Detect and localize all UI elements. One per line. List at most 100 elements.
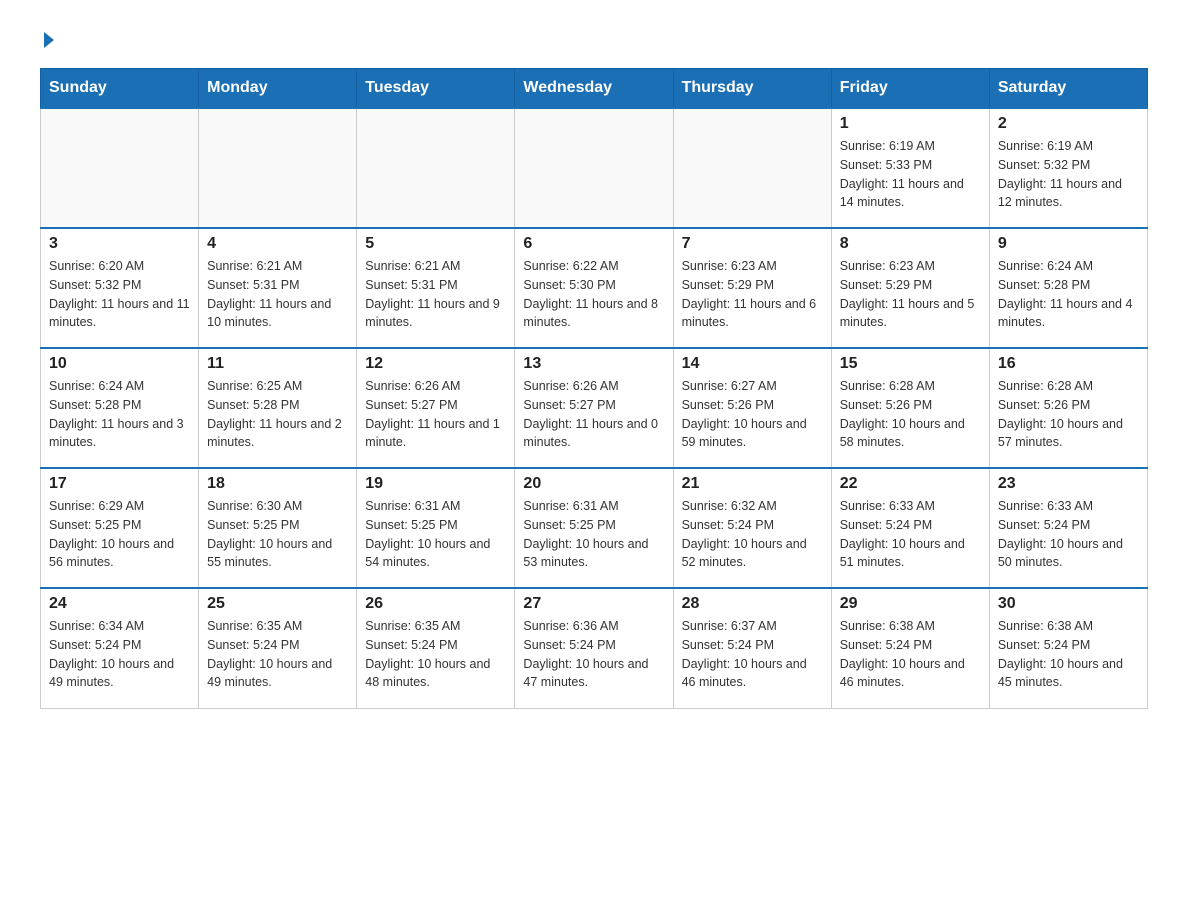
day-number: 3 [49,235,190,253]
day-info: Sunrise: 6:24 AMSunset: 5:28 PMDaylight:… [998,257,1139,332]
day-number: 24 [49,595,190,613]
day-info: Sunrise: 6:29 AMSunset: 5:25 PMDaylight:… [49,497,190,572]
week-row-1: 1Sunrise: 6:19 AMSunset: 5:33 PMDaylight… [41,108,1148,228]
day-info: Sunrise: 6:38 AMSunset: 5:24 PMDaylight:… [998,617,1139,692]
calendar-table: SundayMondayTuesdayWednesdayThursdayFrid… [40,68,1148,709]
calendar-cell: 13 Sunrise: 6:26 AMSunset: 5:27 PMDayligh… [515,348,673,468]
day-number: 6 [523,235,664,253]
day-number: 28 [682,595,823,613]
day-number: 22 [840,475,981,493]
calendar-cell: 16 Sunrise: 6:28 AMSunset: 5:26 PMDayligh… [989,348,1147,468]
calendar-cell: 21 Sunrise: 6:32 AMSunset: 5:24 PMDayligh… [673,468,831,588]
week-row-2: 3 Sunrise: 6:20 AMSunset: 5:32 PMDaylight… [41,228,1148,348]
day-info: Sunrise: 6:23 AMSunset: 5:29 PMDaylight:… [840,257,981,332]
calendar-cell: 17 Sunrise: 6:29 AMSunset: 5:25 PMDayligh… [41,468,199,588]
day-number: 15 [840,355,981,373]
day-number: 30 [998,595,1139,613]
day-info: Sunrise: 6:25 AMSunset: 5:28 PMDaylight:… [207,377,348,452]
day-info: Sunrise: 6:31 AMSunset: 5:25 PMDaylight:… [523,497,664,572]
day-header-monday: Monday [199,69,357,109]
day-info: Sunrise: 6:34 AMSunset: 5:24 PMDaylight:… [49,617,190,692]
day-number: 20 [523,475,664,493]
day-number: 11 [207,355,348,373]
calendar-cell: 10 Sunrise: 6:24 AMSunset: 5:28 PMDayligh… [41,348,199,468]
calendar-cell [515,108,673,228]
day-number: 7 [682,235,823,253]
calendar-cell: 24 Sunrise: 6:34 AMSunset: 5:24 PMDayligh… [41,588,199,708]
calendar-cell [199,108,357,228]
day-info: Sunrise: 6:28 AMSunset: 5:26 PMDaylight:… [840,377,981,452]
day-number: 12 [365,355,506,373]
day-header-wednesday: Wednesday [515,69,673,109]
calendar-cell: 15 Sunrise: 6:28 AMSunset: 5:26 PMDayligh… [831,348,989,468]
day-info: Sunrise: 6:27 AMSunset: 5:26 PMDaylight:… [682,377,823,452]
day-header-tuesday: Tuesday [357,69,515,109]
calendar-cell: 20 Sunrise: 6:31 AMSunset: 5:25 PMDayligh… [515,468,673,588]
calendar-cell: 6 Sunrise: 6:22 AMSunset: 5:30 PMDaylight… [515,228,673,348]
calendar-cell [41,108,199,228]
calendar-cell: 18 Sunrise: 6:30 AMSunset: 5:25 PMDayligh… [199,468,357,588]
calendar-cell: 7Sunrise: 6:23 AMSunset: 5:29 PMDaylight… [673,228,831,348]
day-number: 2 [998,115,1139,133]
day-number: 9 [998,235,1139,253]
day-info: Sunrise: 6:24 AMSunset: 5:28 PMDaylight:… [49,377,190,452]
calendar-cell: 1Sunrise: 6:19 AMSunset: 5:33 PMDaylight… [831,108,989,228]
calendar-cell: 14 Sunrise: 6:27 AMSunset: 5:26 PMDayligh… [673,348,831,468]
calendar-cell: 25Sunrise: 6:35 AMSunset: 5:24 PMDayligh… [199,588,357,708]
calendar-cell [357,108,515,228]
calendar-cell: 2 Sunrise: 6:19 AMSunset: 5:32 PMDaylight… [989,108,1147,228]
day-info: Sunrise: 6:20 AMSunset: 5:32 PMDaylight:… [49,257,190,332]
day-number: 4 [207,235,348,253]
calendar-cell: 23Sunrise: 6:33 AMSunset: 5:24 PMDayligh… [989,468,1147,588]
days-of-week-row: SundayMondayTuesdayWednesdayThursdayFrid… [41,69,1148,109]
day-header-sunday: Sunday [41,69,199,109]
day-header-friday: Friday [831,69,989,109]
day-info: Sunrise: 6:28 AMSunset: 5:26 PMDaylight:… [998,377,1139,452]
day-number: 21 [682,475,823,493]
calendar-cell: 4 Sunrise: 6:21 AMSunset: 5:31 PMDaylight… [199,228,357,348]
calendar-cell: 12 Sunrise: 6:26 AMSunset: 5:27 PMDayligh… [357,348,515,468]
day-info: Sunrise: 6:30 AMSunset: 5:25 PMDaylight:… [207,497,348,572]
day-number: 14 [682,355,823,373]
day-info: Sunrise: 6:22 AMSunset: 5:30 PMDaylight:… [523,257,664,332]
day-info: Sunrise: 6:31 AMSunset: 5:25 PMDaylight:… [365,497,506,572]
day-info: Sunrise: 6:26 AMSunset: 5:27 PMDaylight:… [365,377,506,452]
calendar-cell: 11 Sunrise: 6:25 AMSunset: 5:28 PMDayligh… [199,348,357,468]
day-info: Sunrise: 6:21 AMSunset: 5:31 PMDaylight:… [365,257,506,332]
week-row-3: 10 Sunrise: 6:24 AMSunset: 5:28 PMDayligh… [41,348,1148,468]
day-info: Sunrise: 6:19 AMSunset: 5:32 PMDaylight:… [998,137,1139,212]
day-info: Sunrise: 6:21 AMSunset: 5:31 PMDaylight:… [207,257,348,332]
day-number: 13 [523,355,664,373]
calendar-body: 1Sunrise: 6:19 AMSunset: 5:33 PMDaylight… [41,108,1148,708]
day-number: 18 [207,475,348,493]
day-number: 17 [49,475,190,493]
header [40,30,1148,48]
calendar-cell: 22 Sunrise: 6:33 AMSunset: 5:24 PMDayligh… [831,468,989,588]
day-number: 1 [840,115,981,133]
calendar-cell: 3 Sunrise: 6:20 AMSunset: 5:32 PMDaylight… [41,228,199,348]
day-info: Sunrise: 6:32 AMSunset: 5:24 PMDaylight:… [682,497,823,572]
week-row-5: 24 Sunrise: 6:34 AMSunset: 5:24 PMDayligh… [41,588,1148,708]
day-info: Sunrise: 6:26 AMSunset: 5:27 PMDaylight:… [523,377,664,452]
calendar-cell: 28Sunrise: 6:37 AMSunset: 5:24 PMDayligh… [673,588,831,708]
calendar-cell [673,108,831,228]
day-info: Sunrise: 6:35 AMSunset: 5:24 PMDaylight:… [365,617,506,692]
calendar-cell: 8Sunrise: 6:23 AMSunset: 5:29 PMDaylight… [831,228,989,348]
day-header-thursday: Thursday [673,69,831,109]
day-number: 23 [998,475,1139,493]
day-number: 29 [840,595,981,613]
day-info: Sunrise: 6:38 AMSunset: 5:24 PMDaylight:… [840,617,981,692]
day-number: 16 [998,355,1139,373]
week-row-4: 17 Sunrise: 6:29 AMSunset: 5:25 PMDayligh… [41,468,1148,588]
day-header-saturday: Saturday [989,69,1147,109]
day-number: 5 [365,235,506,253]
day-info: Sunrise: 6:33 AMSunset: 5:24 PMDaylight:… [840,497,981,572]
calendar-header: SundayMondayTuesdayWednesdayThursdayFrid… [41,69,1148,109]
day-number: 19 [365,475,506,493]
day-number: 10 [49,355,190,373]
day-info: Sunrise: 6:36 AMSunset: 5:24 PMDaylight:… [523,617,664,692]
calendar-cell: 30 Sunrise: 6:38 AMSunset: 5:24 PMDayligh… [989,588,1147,708]
calendar-cell: 5 Sunrise: 6:21 AMSunset: 5:31 PMDaylight… [357,228,515,348]
calendar-cell: 26Sunrise: 6:35 AMSunset: 5:24 PMDayligh… [357,588,515,708]
logo-arrow-icon [44,32,54,48]
